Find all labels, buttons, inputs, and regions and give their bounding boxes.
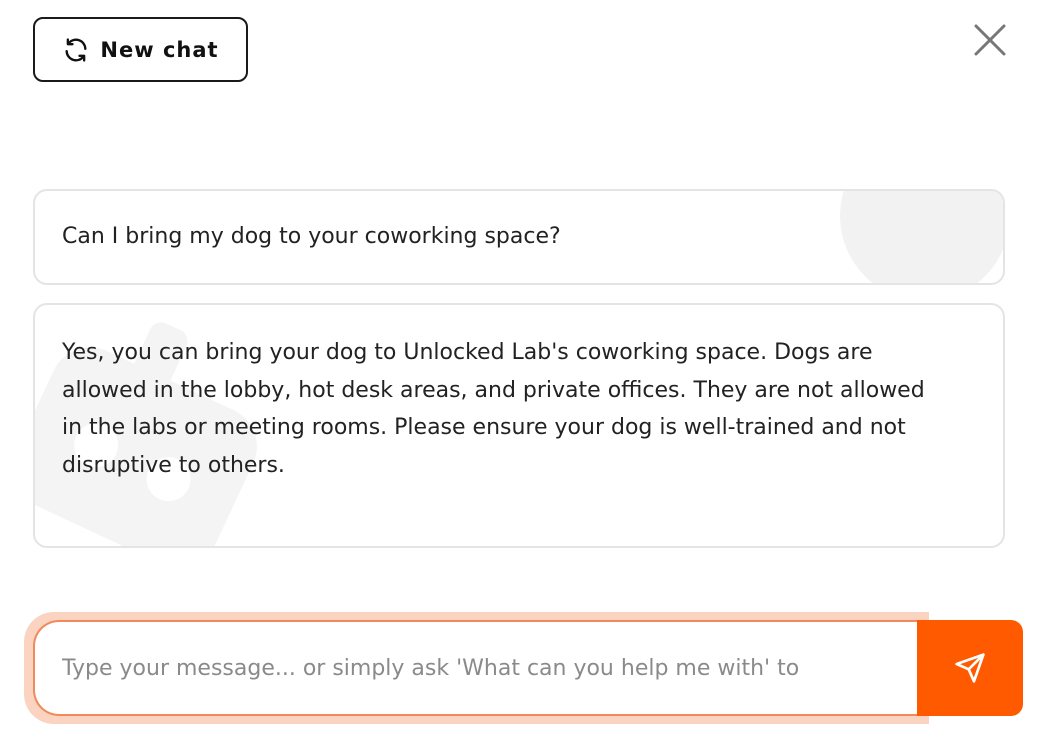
assistant-message: Yes, you can bring your dog to Unlocked … <box>33 303 1005 548</box>
new-chat-button[interactable]: New chat <box>33 17 248 82</box>
message-input[interactable] <box>35 622 917 714</box>
message-input-container <box>33 620 917 716</box>
chat-panel: New chat Can I bring my dog to your cowo… <box>0 0 1039 736</box>
close-button[interactable] <box>970 20 1010 60</box>
user-message: Can I bring my dog to your coworking spa… <box>33 189 1005 285</box>
refresh-icon <box>62 36 90 64</box>
assistant-message-text: Yes, you can bring your dog to Unlocked … <box>62 340 925 478</box>
user-message-text: Can I bring my dog to your coworking spa… <box>62 224 561 249</box>
new-chat-label: New chat <box>100 37 219 62</box>
send-button[interactable] <box>917 620 1023 716</box>
send-icon <box>954 652 986 684</box>
close-icon <box>972 22 1008 58</box>
